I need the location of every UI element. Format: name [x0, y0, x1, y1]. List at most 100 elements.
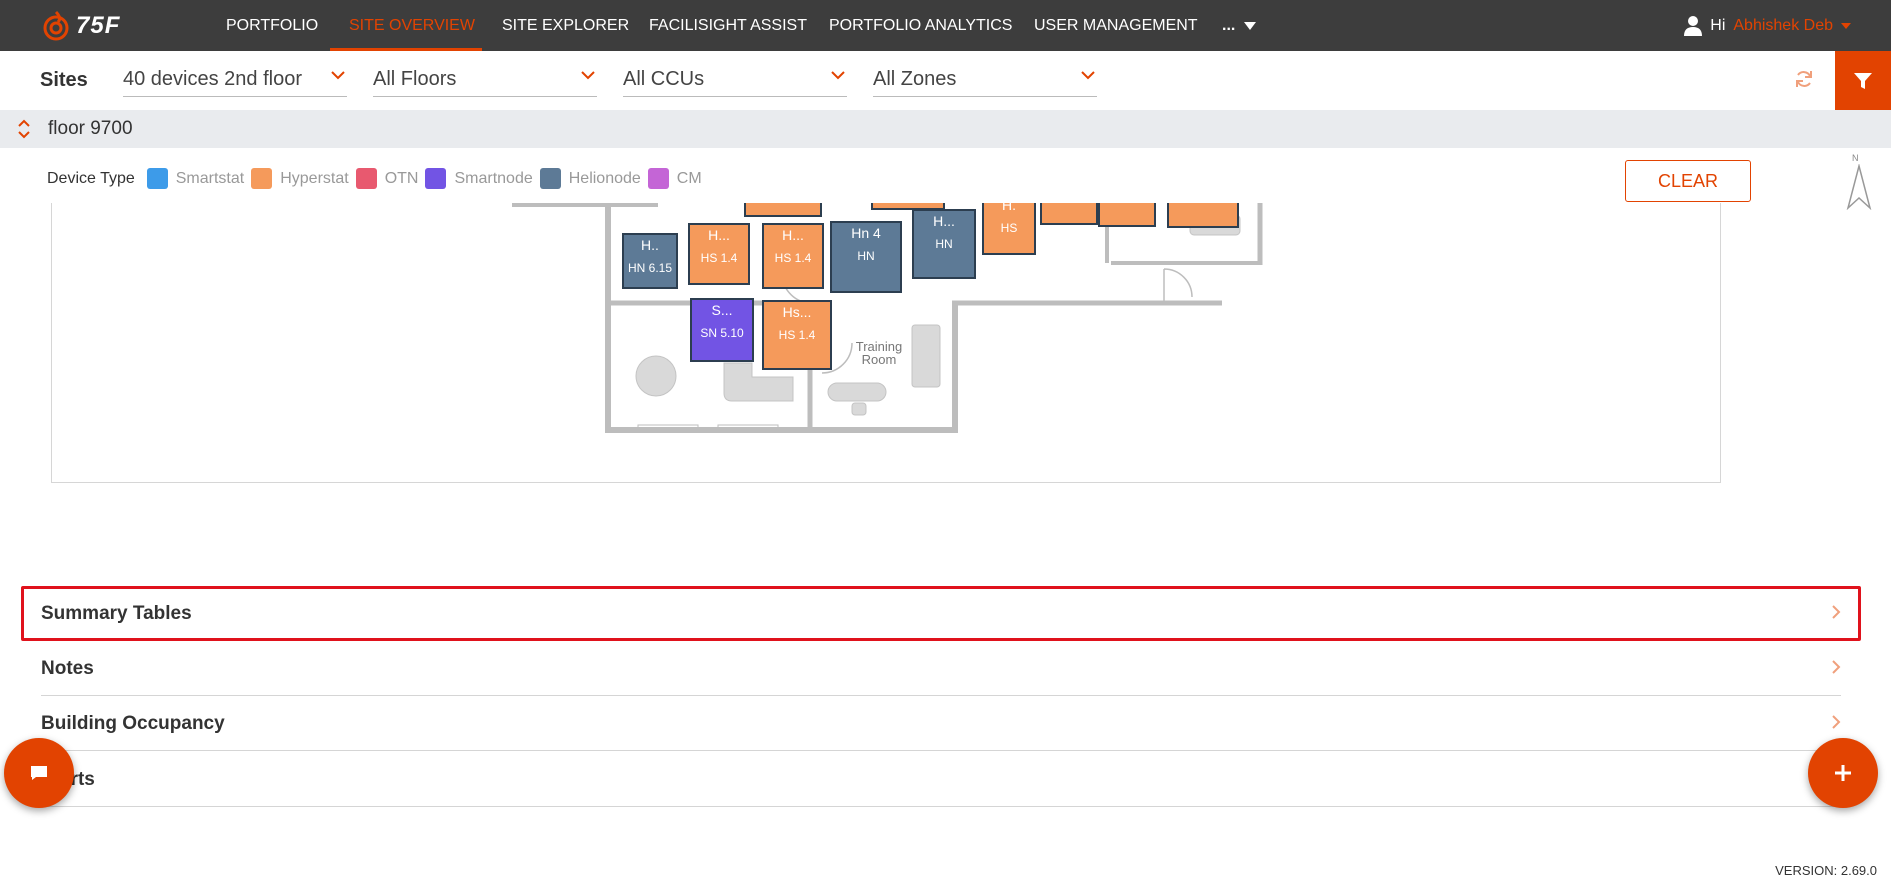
section-title: Building Occupancy: [41, 713, 225, 734]
nav-more-label: ...: [1222, 17, 1236, 34]
device-name: S...: [711, 302, 733, 318]
ccu-dropdown[interactable]: All CCUs: [623, 65, 847, 97]
zone-dropdown[interactable]: All Zones: [873, 65, 1097, 97]
legend-item-helionode: Helionode: [539, 168, 641, 189]
chevron-right-icon: [1832, 605, 1841, 619]
chevron-down-icon: [831, 71, 845, 80]
floor-name: floor 9700: [48, 118, 133, 139]
device-name: H...: [782, 227, 804, 243]
device-type: HS 1.4: [778, 328, 816, 342]
nav-facilisight-assist[interactable]: FACILISIGHT ASSIST: [649, 0, 807, 51]
device-name: H...: [933, 213, 955, 229]
logo-text: 75F: [76, 12, 121, 39]
device-hyperstat[interactable]: H... HS 1.4: [688, 223, 750, 285]
legend-swatch: [425, 168, 447, 189]
device-type: HN: [935, 237, 953, 251]
device-type: HS: [1000, 221, 1018, 235]
device-name: H..: [641, 237, 659, 253]
summary-tables-section[interactable]: Summary Tables: [21, 586, 1861, 641]
user-menu[interactable]: Hi Abhishek Deb: [1684, 0, 1851, 51]
user-greeting: Hi: [1710, 16, 1726, 34]
chevron-down-icon: [331, 71, 345, 80]
logo[interactable]: 75F: [42, 9, 120, 43]
device-helionode[interactable]: Hn 4 HN: [830, 221, 902, 293]
filter-icon: [1854, 72, 1872, 89]
section-title: Summary Tables: [41, 603, 192, 624]
legend-swatch: [647, 168, 669, 189]
zone-dropdown-value: All Zones: [873, 68, 957, 90]
device-type: HN 6.15: [627, 261, 673, 275]
nav-portfolio[interactable]: PORTFOLIO: [226, 0, 318, 51]
room-label-line2: Room: [862, 352, 897, 367]
device-type: HS 1.4: [1042, 203, 1096, 205]
device-hyperstat[interactable]: Hs... HS 1.4: [762, 300, 832, 370]
floor-plan[interactable]: Training Room H.. HN 6.15 H... HS 1.4 H.…: [51, 203, 1721, 483]
legend-item-smartstat: Smartstat: [146, 168, 245, 189]
chat-button[interactable]: [4, 738, 74, 808]
chevron-right-icon: [1832, 660, 1841, 674]
legend-swatch: [539, 168, 561, 189]
device-name: Hs...: [782, 304, 812, 320]
version-label: VERSION: 2.69.0: [1775, 863, 1877, 878]
legend-label: Helionode: [568, 169, 641, 187]
device-type: HN: [857, 249, 875, 263]
legend-item-otn: OTN: [355, 168, 418, 189]
filter-bar: Sites 40 devices 2nd floor All Floors Al…: [0, 51, 1891, 110]
section-title: Notes: [41, 658, 94, 679]
device-name: H...: [708, 227, 730, 243]
device-name: H.: [1002, 203, 1016, 213]
nav-portfolio-analytics[interactable]: PORTFOLIO ANALYTICS: [829, 0, 1012, 51]
legend-label: Smartnode: [454, 169, 533, 187]
device-type-legend: Device Type Smartstat Hyperstat OTN Smar…: [47, 168, 709, 189]
chat-icon: [31, 766, 47, 780]
legend-swatch: [355, 168, 377, 189]
device-smartnode[interactable]: S... SN 5.10: [690, 298, 754, 362]
flame-logo-icon: [43, 10, 69, 41]
site-dropdown-value: 40 devices 2nd floor: [123, 68, 303, 90]
north-arrow-icon: [1846, 164, 1872, 210]
device-helionode[interactable]: H... HN: [912, 209, 976, 279]
nav-site-overview[interactable]: SITE OVERVIEW: [349, 0, 475, 51]
caret-down-icon: [1243, 21, 1256, 30]
caret-down-icon: [1841, 22, 1851, 29]
clear-button[interactable]: CLEAR: [1625, 160, 1751, 202]
refresh-icon[interactable]: [1794, 69, 1814, 89]
device-hyperstat[interactable]: HS: [1098, 203, 1156, 227]
north-label: N: [1852, 153, 1859, 163]
user-name[interactable]: Abhishek Deb: [1733, 17, 1833, 35]
device-type: HS: [1100, 203, 1154, 205]
legend-item-hyperstat: Hyperstat: [251, 168, 349, 189]
device-helionode[interactable]: H.. HN 6.15: [622, 233, 678, 289]
legend-swatch: [251, 168, 273, 189]
nav-user-management[interactable]: USER MANAGEMENT: [1034, 0, 1198, 51]
legend-swatch: [146, 168, 168, 189]
device-type: HS 1.4: [700, 251, 738, 265]
alerts-section[interactable]: Alerts: [41, 753, 1841, 807]
floor-selector-bar: floor 9700: [0, 110, 1891, 148]
legend-label: Smartstat: [175, 169, 245, 187]
expand-collapse-icon[interactable]: [18, 118, 30, 140]
notes-section[interactable]: Notes: [41, 642, 1841, 696]
top-navigation: 75F PORTFOLIO SITE OVERVIEW SITE EXPLORE…: [0, 0, 1891, 51]
floor-dropdown[interactable]: All Floors: [373, 65, 597, 97]
nav-more-menu[interactable]: ...: [1222, 0, 1256, 51]
legend-title: Device Type: [47, 169, 135, 187]
legend-label: CM: [676, 169, 702, 187]
legend-label: Hyperstat: [280, 169, 349, 187]
chevron-down-icon: [1081, 71, 1095, 80]
ccu-dropdown-value: All CCUs: [623, 68, 705, 90]
chevron-down-icon: [581, 71, 595, 80]
site-dropdown[interactable]: 40 devices 2nd floor: [123, 65, 347, 97]
add-button[interactable]: [1808, 738, 1878, 808]
user-icon: [1684, 15, 1703, 36]
chevron-right-icon: [1832, 715, 1841, 729]
device-name: Hn 4: [851, 225, 881, 241]
device-hyperstat[interactable]: HS 1.4: [1040, 203, 1098, 225]
device-type: HS 1.4: [774, 251, 812, 265]
sites-label: Sites: [40, 69, 88, 91]
filter-button[interactable]: [1835, 51, 1891, 110]
device-hyperstat[interactable]: H... HS 1.4: [762, 223, 824, 289]
nav-site-explorer[interactable]: SITE EXPLORER: [502, 0, 629, 51]
device-hyperstat[interactable]: H. HS: [982, 203, 1036, 255]
building-occupancy-section[interactable]: Building Occupancy: [41, 697, 1841, 751]
